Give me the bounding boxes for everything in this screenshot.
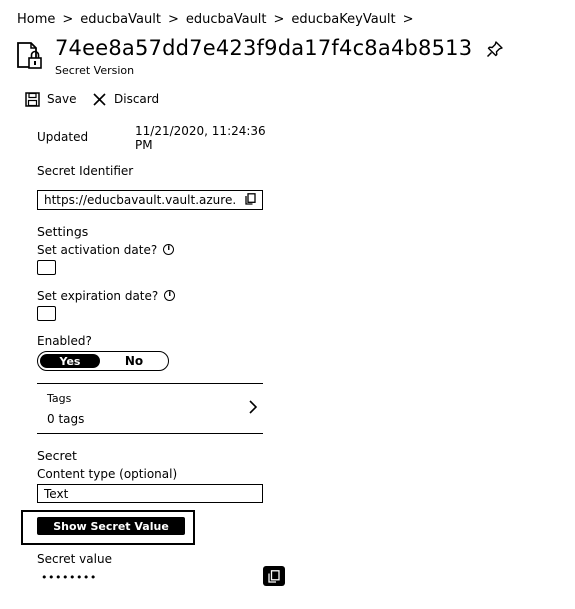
content-type-input[interactable]: Text bbox=[37, 484, 263, 503]
content-type-value: Text bbox=[44, 486, 69, 501]
activation-date-checkbox[interactable] bbox=[37, 260, 56, 275]
updated-value-ampm: PM bbox=[135, 138, 153, 152]
save-icon bbox=[25, 91, 40, 107]
tags-row[interactable]: Tags 0 tags bbox=[37, 383, 263, 433]
discard-label: Discard bbox=[114, 92, 160, 106]
info-icon[interactable] bbox=[164, 289, 176, 301]
breadcrumb-key-vault[interactable]: educbaKeyVault bbox=[291, 12, 395, 27]
expiration-date-text: Set expiration date? bbox=[37, 289, 159, 303]
enabled-yes-option[interactable]: Yes bbox=[40, 354, 100, 368]
breadcrumb-separator: > bbox=[62, 12, 74, 27]
save-button[interactable]: Save bbox=[25, 89, 76, 109]
expiration-date-checkbox[interactable] bbox=[37, 306, 56, 321]
save-label: Save bbox=[47, 92, 77, 106]
show-secret-value-button[interactable]: Show Secret Value bbox=[37, 517, 185, 535]
updated-value-date: 11/21/2020, 11:24:36 bbox=[135, 124, 266, 138]
pin-icon[interactable] bbox=[486, 40, 504, 58]
breadcrumb-vault-2[interactable]: educbaVault bbox=[186, 12, 267, 27]
activation-date-label: Set activation date? bbox=[37, 243, 175, 257]
secret-value-masked: •••••••• bbox=[41, 571, 97, 584]
breadcrumb-separator: > bbox=[402, 12, 414, 27]
breadcrumb-separator: > bbox=[167, 12, 179, 27]
tags-count: 0 tags bbox=[47, 412, 85, 426]
expiration-date-label: Set expiration date? bbox=[37, 289, 176, 303]
discard-button[interactable]: Discard bbox=[92, 89, 159, 109]
updated-value: 11/21/2020, 11:24:36 PM bbox=[135, 124, 266, 152]
chevron-right-icon bbox=[248, 399, 258, 419]
enabled-no-option[interactable]: No bbox=[100, 354, 168, 368]
copy-icon bbox=[268, 569, 280, 583]
close-icon bbox=[93, 92, 106, 106]
breadcrumb: Home > educbaVault > educbaVault > educbaKeyVa… bbox=[17, 12, 421, 27]
info-icon[interactable] bbox=[163, 243, 175, 255]
activation-date-text: Set activation date? bbox=[37, 243, 158, 257]
divider bbox=[37, 433, 263, 434]
secret-value-label: Secret value bbox=[37, 552, 112, 566]
breadcrumb-home[interactable]: Home bbox=[17, 12, 55, 27]
breadcrumb-vault[interactable]: educbaVault bbox=[80, 12, 161, 27]
copy-secret-button[interactable] bbox=[263, 566, 285, 586]
enabled-toggle[interactable]: Yes No bbox=[37, 351, 169, 371]
tags-label: Tags bbox=[47, 392, 72, 405]
enabled-label: Enabled? bbox=[37, 334, 92, 348]
secret-identifier-value: https://educbavault.vault.azure. bbox=[44, 193, 237, 207]
content-type-label: Content type (optional) bbox=[37, 467, 178, 481]
secret-identifier-field[interactable]: https://educbavault.vault.azure. bbox=[37, 190, 263, 210]
settings-heading: Settings bbox=[37, 224, 89, 239]
breadcrumb-separator: > bbox=[273, 12, 285, 27]
page-subtitle: Secret Version bbox=[55, 64, 135, 77]
secret-identifier-label: Secret Identifier bbox=[37, 164, 134, 178]
secret-version-icon bbox=[16, 41, 44, 71]
copy-icon[interactable] bbox=[245, 192, 256, 208]
secret-heading: Secret bbox=[37, 448, 77, 463]
page-title: 74ee8a57dd7e423f9da17f4c8a4b8513 bbox=[55, 36, 473, 60]
updated-label: Updated bbox=[37, 130, 89, 144]
